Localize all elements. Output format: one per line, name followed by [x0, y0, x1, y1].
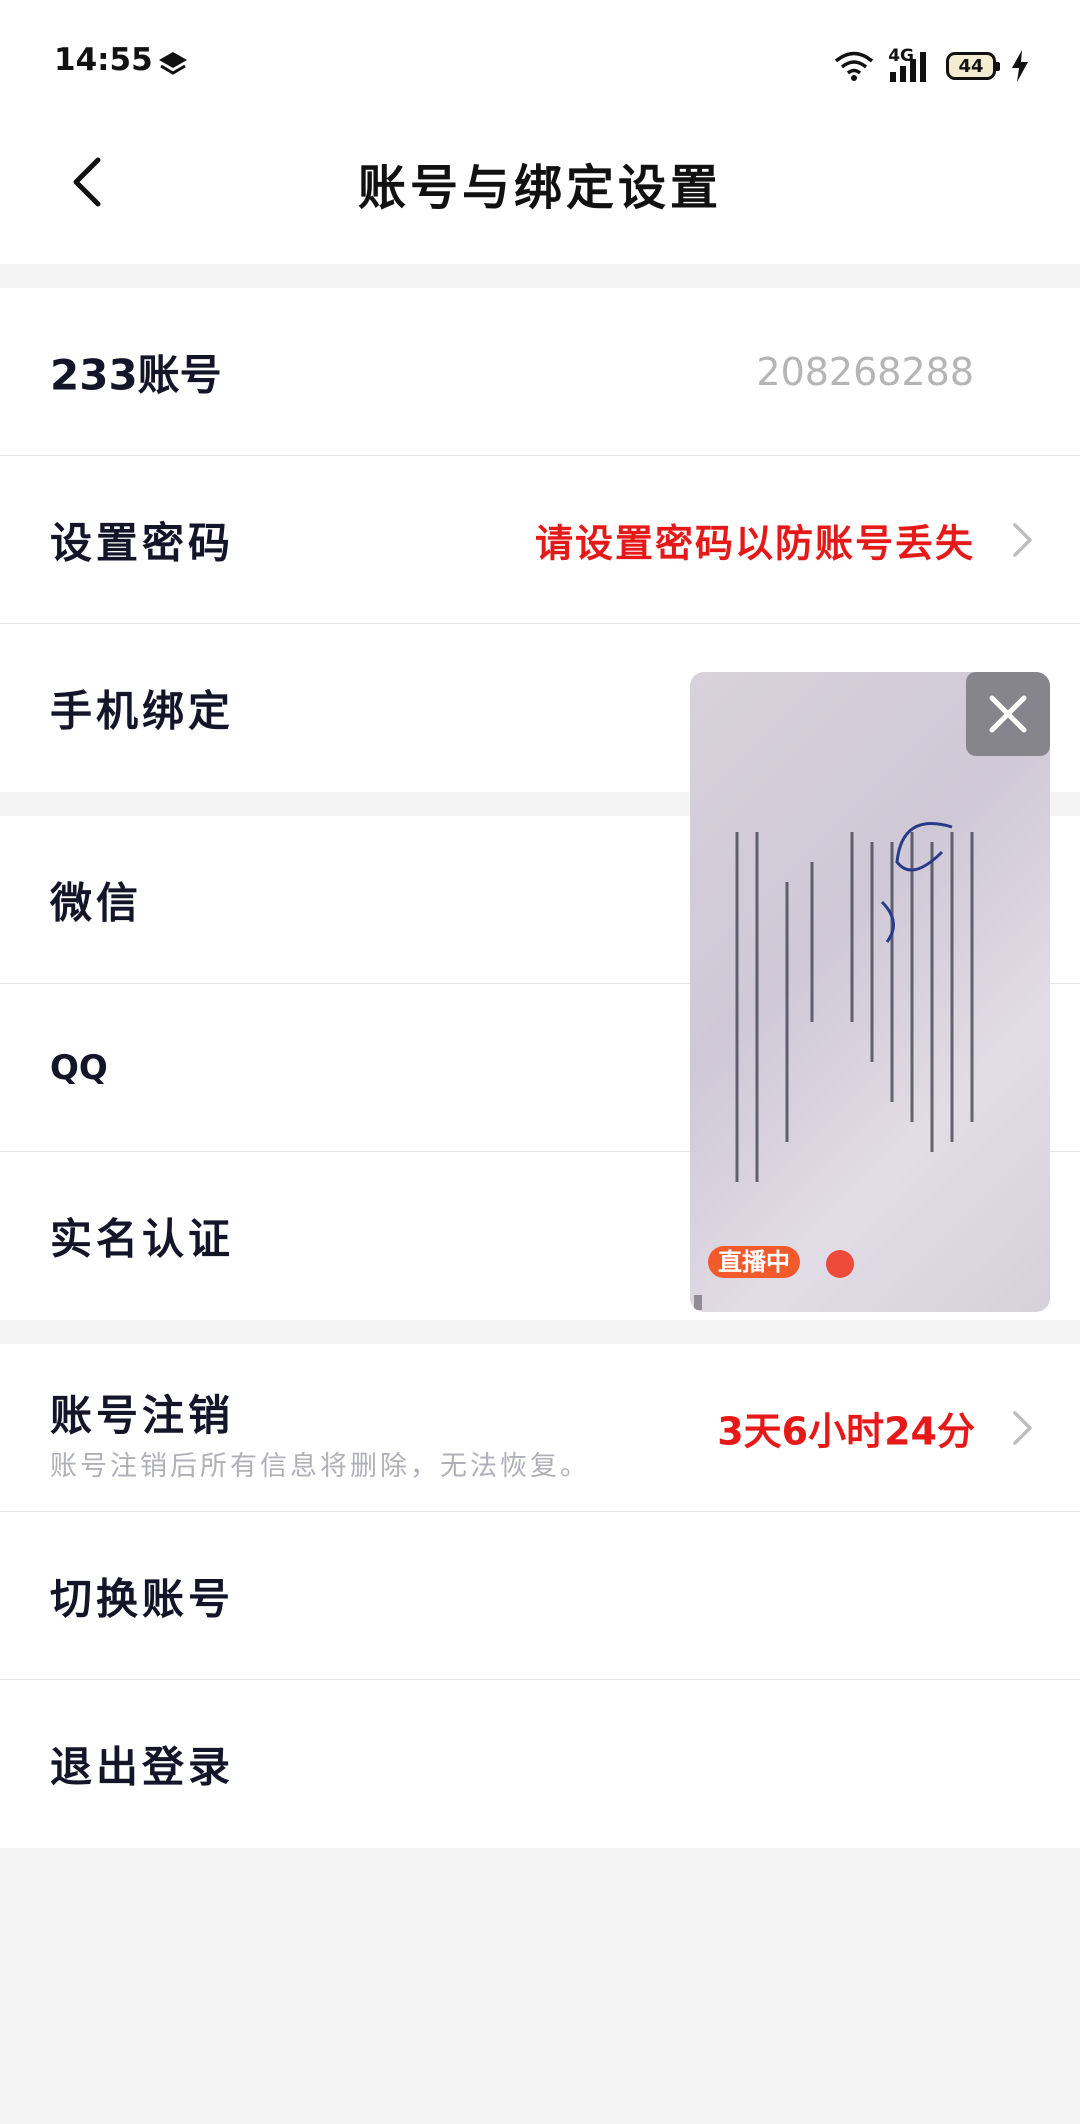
- charging-icon: [1012, 50, 1028, 82]
- logout-label: 退出登录: [50, 1742, 235, 1792]
- manage-section: 账号注销 账号注销后所有信息将删除，无法恢复。 3天6小时24分 切换账号 退出…: [0, 1344, 1080, 1848]
- account-cancel-label: 账号注销: [50, 1391, 235, 1440]
- set-password-row[interactable]: 设置密码 请设置密码以防账号丢失: [0, 456, 1080, 624]
- wechat-label: 微信: [50, 878, 143, 927]
- switch-account-label: 切换账号: [50, 1574, 235, 1623]
- account-id-row: 233账号 208268288: [0, 288, 1080, 456]
- layers-icon: [159, 52, 187, 75]
- account-cancel-subtitle: 账号注销后所有信息将删除，无法恢复。: [50, 1451, 590, 1482]
- pip-watermark: ​: [694, 1295, 702, 1310]
- set-password-label: 设置密码: [50, 518, 235, 567]
- status-icons: 4G 44: [834, 46, 1030, 86]
- status-time: 14:55: [54, 42, 153, 78]
- page-header: 账号与绑定设置: [0, 130, 1080, 264]
- account-cancel-row[interactable]: 账号注销 账号注销后所有信息将删除，无法恢复。 3天6小时24分: [0, 1344, 1080, 1512]
- switch-account-row[interactable]: 切换账号: [0, 1512, 1080, 1680]
- close-icon: [989, 695, 1027, 733]
- wifi-icon: [835, 51, 874, 81]
- qq-label: QQ: [50, 1047, 108, 1088]
- network-type: 4G: [888, 46, 914, 66]
- account-id-label: 233账号: [50, 350, 222, 399]
- chevron-right-icon: [1013, 522, 1032, 557]
- battery-indicator: 44: [946, 52, 1000, 80]
- live-stream-pip[interactable]: 直播中 ​: [690, 672, 1050, 1312]
- live-record-dot: [826, 1250, 854, 1278]
- page-title: 账号与绑定设置: [357, 160, 722, 216]
- account-id-value: 208268288: [756, 349, 974, 394]
- chevron-right-icon: [1013, 1410, 1032, 1445]
- logout-row[interactable]: 退出登录: [0, 1680, 1080, 1848]
- realname-label: 实名认证: [50, 1214, 235, 1264]
- live-badge: 直播中: [708, 1246, 800, 1278]
- account-cancel-countdown: 3天6小时24分: [717, 1409, 975, 1453]
- phone-binding-label: 手机绑定: [50, 686, 235, 736]
- pip-video-frame: [735, 822, 974, 1182]
- pip-close-button[interactable]: [966, 672, 1050, 756]
- status-bar: 14:55 4G 44: [0, 0, 1080, 130]
- set-password-hint: 请设置密码以防账号丢失: [534, 521, 975, 565]
